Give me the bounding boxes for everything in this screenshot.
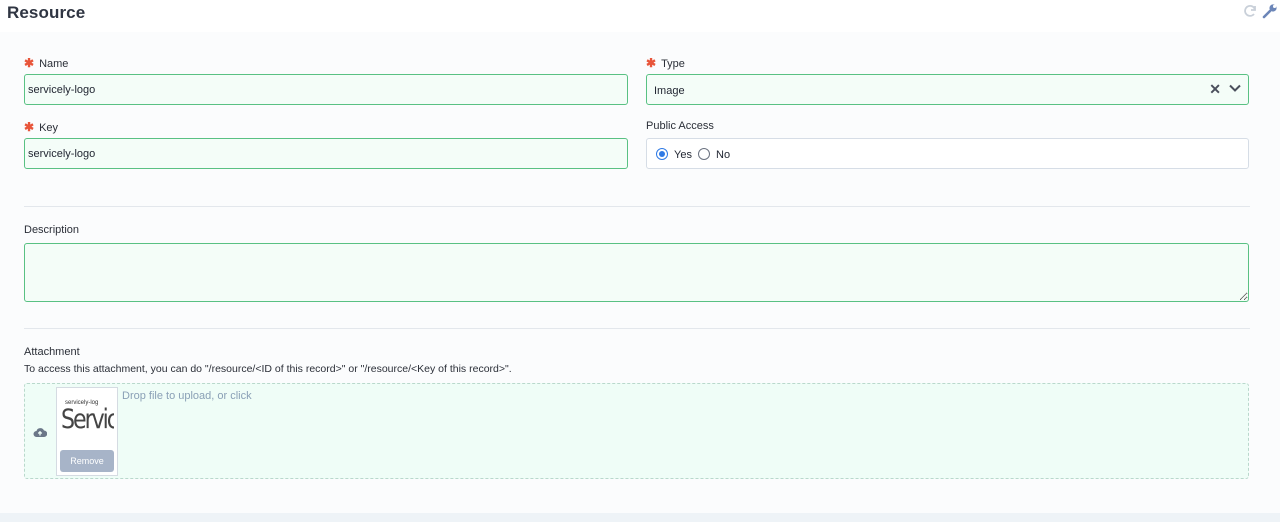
type-select[interactable]: Image ✕ <box>646 74 1249 105</box>
name-label-text: Name <box>39 58 69 70</box>
public-access-label: Public Access <box>646 120 714 132</box>
attachment-label: Attachment <box>24 346 80 358</box>
public-access-no-radio[interactable] <box>698 148 710 160</box>
thumbnail-image: servicely-log Servicely <box>60 396 114 436</box>
key-input[interactable] <box>24 138 628 169</box>
type-select-value: Image <box>654 85 685 97</box>
section-divider <box>24 328 1250 329</box>
public-access-yes-label[interactable]: Yes <box>674 149 692 161</box>
public-access-no-label[interactable]: No <box>716 149 730 161</box>
attachment-thumbnail: servicely-log Servicely Remove <box>56 387 118 476</box>
type-label: ✱ Type <box>646 56 685 70</box>
name-input[interactable] <box>24 74 628 105</box>
attachment-dropzone[interactable]: Drop file to upload, or click servicely-… <box>24 383 1249 479</box>
description-textarea[interactable] <box>24 243 1249 302</box>
required-asterisk: ✱ <box>24 120 35 134</box>
name-label: ✱ Name <box>24 56 68 70</box>
wrench-icon[interactable] <box>1262 3 1278 19</box>
public-access-radio-group: Yes No <box>646 138 1249 169</box>
page-header: Resource <box>0 0 1280 32</box>
required-asterisk: ✱ <box>646 56 657 70</box>
attachment-help-text: To access this attachment, you can do "/… <box>24 363 512 375</box>
key-label: ✱ Key <box>24 120 58 134</box>
remove-button[interactable]: Remove <box>60 450 114 472</box>
resource-form: ✱ Name ✱ Type Image ✕ ✱ Key Public Access Y… <box>0 32 1280 513</box>
section-divider <box>24 206 1250 207</box>
dropzone-text[interactable]: Drop file to upload, or click <box>122 390 252 402</box>
required-asterisk: ✱ <box>24 56 35 70</box>
bottom-strip <box>0 513 1280 522</box>
public-access-yes-radio[interactable] <box>656 148 668 160</box>
chevron-down-icon[interactable] <box>1228 81 1242 95</box>
clear-icon[interactable]: ✕ <box>1209 81 1221 98</box>
cloud-upload-icon <box>33 428 47 437</box>
key-label-text: Key <box>39 122 59 134</box>
page-title: Resource <box>7 3 86 22</box>
refresh-icon[interactable] <box>1242 3 1258 19</box>
description-label: Description <box>24 224 80 236</box>
servicely-logo: Servicely <box>61 404 114 435</box>
type-label-text: Type <box>661 58 685 70</box>
